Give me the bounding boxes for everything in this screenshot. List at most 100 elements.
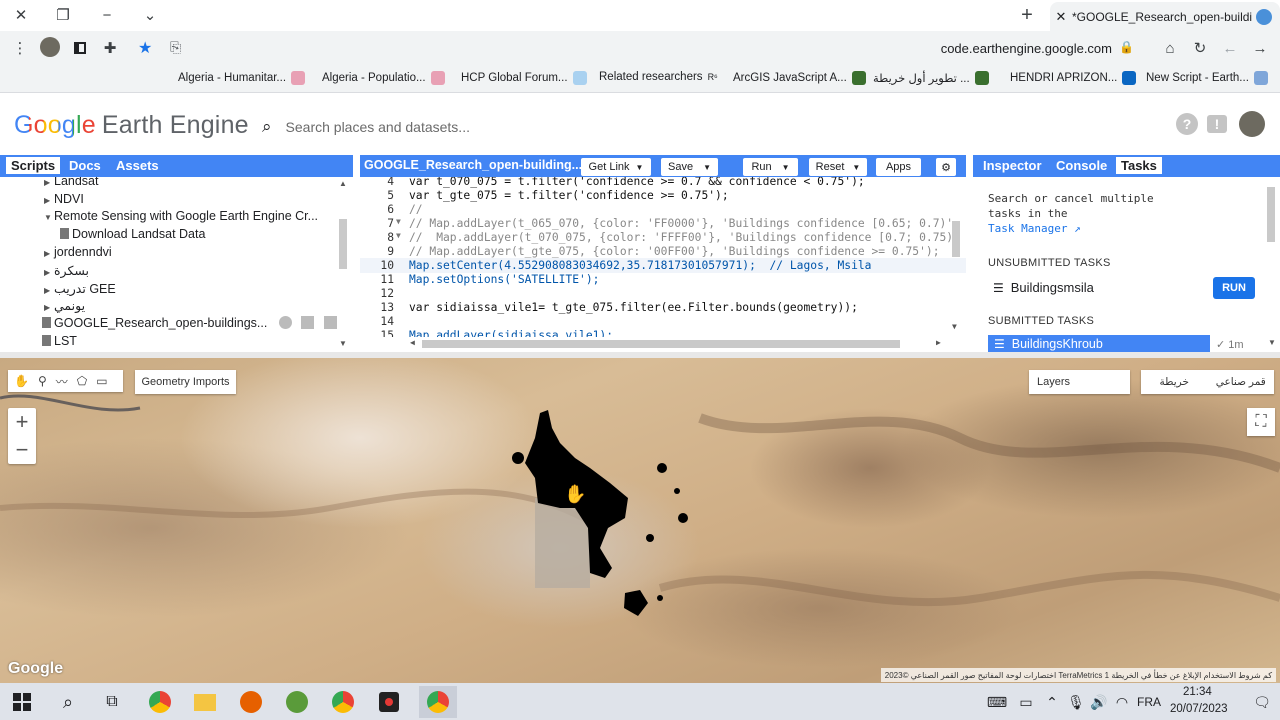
sidebar-icon[interactable] (67, 37, 93, 59)
bookmark-item[interactable]: ArcGIS JavaScript A... (733, 71, 866, 85)
tab-docs[interactable]: Docs (69, 158, 101, 173)
get-link-button[interactable]: Get Link ▼ (581, 158, 651, 176)
tab-close-icon[interactable]: ✕ (1050, 9, 1072, 25)
tab-assets[interactable]: Assets (116, 158, 159, 173)
apps-button[interactable]: Apps (876, 158, 921, 176)
wifi-icon[interactable]: ◠ (1110, 690, 1134, 714)
profile-avatar[interactable] (37, 36, 63, 58)
scroll-down-icon[interactable]: ▼ (339, 339, 347, 348)
chrome-app-active-icon[interactable] (419, 686, 457, 718)
browser-tab-active[interactable]: ✕ *GOOGLE_Research_open-buildi (1050, 2, 1280, 31)
left-panel-scrollbar[interactable] (339, 219, 347, 269)
back-icon[interactable]: ← (1217, 37, 1243, 59)
marker-icon[interactable]: ⚲ (38, 374, 47, 388)
forward-icon[interactable]: → (1247, 37, 1273, 59)
microphone-icon[interactable]: 🎙 (1064, 690, 1088, 714)
scroll-down-icon[interactable]: ▼ (1268, 338, 1276, 347)
volume-icon[interactable]: 🔊 (1087, 690, 1111, 714)
task-manager-link[interactable]: Task Manager ↗ (988, 222, 1081, 235)
chevron-up-icon[interactable]: ⌃ (1040, 690, 1064, 714)
bookmark-item[interactable]: Algeria - Populatio... (322, 71, 445, 85)
tree-folder[interactable]: ▶ NDVI (44, 192, 84, 206)
tab-console[interactable]: Console (1056, 158, 1107, 173)
account-avatar[interactable] (1239, 111, 1265, 137)
scroll-up-icon[interactable]: ▲ (339, 179, 347, 188)
fullscreen-icon[interactable]: ⛶ (1247, 408, 1275, 436)
geometry-imports-button[interactable]: Geometry Imports (135, 370, 236, 394)
line-draw-icon[interactable]: 〰 (56, 373, 68, 390)
keyboard-icon[interactable]: ⌨ (985, 690, 1009, 714)
editor-hscrollbar[interactable] (422, 340, 900, 348)
recorder-app-icon[interactable] (377, 690, 401, 714)
submitted-task-row[interactable]: ☰ BuildingsKhroub (988, 335, 1210, 352)
omnibox[interactable]: ★ ⎘ code.earthengine.google.com 🔒 (130, 35, 1148, 63)
bookmark-item[interactable]: تطوير أول خريطة ... (873, 71, 989, 85)
share-icon[interactable]: ⎘ (170, 39, 181, 56)
feedback-icon[interactable]: ! (1207, 115, 1227, 133)
scroll-down-icon[interactable]: ▼ (952, 322, 957, 331)
date[interactable]: 20/07/2023 (1170, 703, 1228, 715)
file-explorer-icon[interactable] (193, 690, 217, 714)
url-text[interactable]: code.earthengine.google.com (941, 41, 1112, 56)
code-editor[interactable]: 4 5 6 7 8 9 10 11 12 13 14 15 16 ▼ ▼ var… (360, 177, 966, 352)
menu-dots-icon[interactable]: ⋮ (7, 37, 33, 59)
hand-pan-icon[interactable]: ✋ (14, 374, 29, 388)
new-tab-icon[interactable]: + (1014, 4, 1040, 26)
clock[interactable]: 21:34 (1183, 686, 1212, 698)
tree-folder[interactable]: ▶ تدريب GEE (44, 281, 116, 296)
bookmark-item[interactable]: Related researchers R⁶ (599, 71, 718, 83)
taskbar-search-icon[interactable]: ⌕ (56, 690, 80, 714)
monitor-icon[interactable]: ▭ (1014, 690, 1038, 714)
home-icon[interactable]: ⌂ (1157, 37, 1183, 59)
run-task-button[interactable]: RUN (1213, 277, 1255, 299)
tab-tasks[interactable]: Tasks (1116, 157, 1162, 174)
delete-file-icon[interactable] (323, 316, 337, 329)
reset-button[interactable]: Reset ▼ (809, 158, 867, 176)
bookmark-item[interactable]: New Script - Earth... (1146, 71, 1268, 85)
tree-folder[interactable]: ▶ Landsat (44, 177, 98, 188)
search-box[interactable]: ⌕ (262, 113, 862, 141)
tree-folder[interactable]: ▶ بسكرة (44, 263, 89, 278)
tree-file[interactable]: GOOGLE_Research_open-buildings... (42, 316, 337, 330)
qgis-app-icon[interactable] (285, 690, 309, 714)
windows-start-icon[interactable] (10, 690, 34, 714)
firefox-app-icon[interactable] (239, 690, 263, 714)
polygon-draw-icon[interactable]: ⬠ (77, 374, 87, 388)
map-type-map[interactable]: خريطة (1141, 376, 1208, 388)
tree-file[interactable]: Download Landsat Data (60, 227, 205, 241)
settings-gear-icon[interactable]: ⚙ (936, 158, 956, 176)
layers-button[interactable]: Layers (1029, 370, 1130, 394)
extensions-puzzle-icon[interactable]: ✚ (97, 37, 123, 59)
tab-inspector[interactable]: Inspector (983, 158, 1042, 173)
tree-file[interactable]: LST (42, 334, 77, 348)
chrome-app-icon[interactable] (331, 690, 355, 714)
tree-folder[interactable]: ▶ jordenndvi (44, 245, 112, 259)
right-panel-scrollbar[interactable] (1267, 187, 1275, 242)
rectangle-draw-icon[interactable]: ▭ (96, 374, 107, 388)
window-restore-icon[interactable]: ❐ (50, 4, 76, 26)
bookmark-item[interactable]: HCP Global Forum... (461, 71, 587, 85)
map-type-satellite[interactable]: قمر صناعي (1208, 376, 1275, 388)
tree-folder[interactable]: ▼ Remote Sensing with Google Earth Engine… (44, 209, 318, 223)
bookmark-star-icon[interactable]: ★ (138, 38, 152, 58)
save-button[interactable]: Save ▼ (661, 158, 718, 176)
zoom-in-button[interactable]: + (8, 408, 36, 436)
rename-file-icon[interactable] (301, 316, 315, 329)
tree-folder[interactable]: ▶ يونمي (44, 298, 85, 313)
language-indicator[interactable]: FRA (1137, 695, 1161, 709)
editor-vscrollbar[interactable] (952, 221, 960, 257)
notifications-icon[interactable]: 🗨 (1250, 690, 1274, 714)
chrome-app-icon[interactable] (148, 690, 172, 714)
fold-arrow-icon[interactable]: ▼ (396, 231, 401, 240)
task-view-icon[interactable]: ⧉ (100, 690, 124, 714)
window-close-icon[interactable]: ✕ (8, 4, 34, 26)
tab-search-chevron-icon[interactable]: ⌄ (137, 4, 163, 26)
window-minimize-icon[interactable]: − (94, 4, 120, 26)
map-view[interactable]: ✋ ⚲ 〰 ⬠ ▭ Geometry Imports Layers خريطة … (0, 358, 1280, 683)
scroll-right-icon[interactable]: ▶ (936, 338, 941, 347)
lock-icon[interactable]: 🔒 (1119, 40, 1134, 54)
bookmark-item[interactable]: HENDRI APRIZON... (1010, 71, 1137, 85)
scroll-left-icon[interactable]: ◀ (410, 338, 415, 347)
map-attribution[interactable]: اختصارات لوحة المفاتيح صور القمر الصناعي… (880, 668, 1276, 682)
reload-icon[interactable]: ↻ (1187, 37, 1213, 59)
